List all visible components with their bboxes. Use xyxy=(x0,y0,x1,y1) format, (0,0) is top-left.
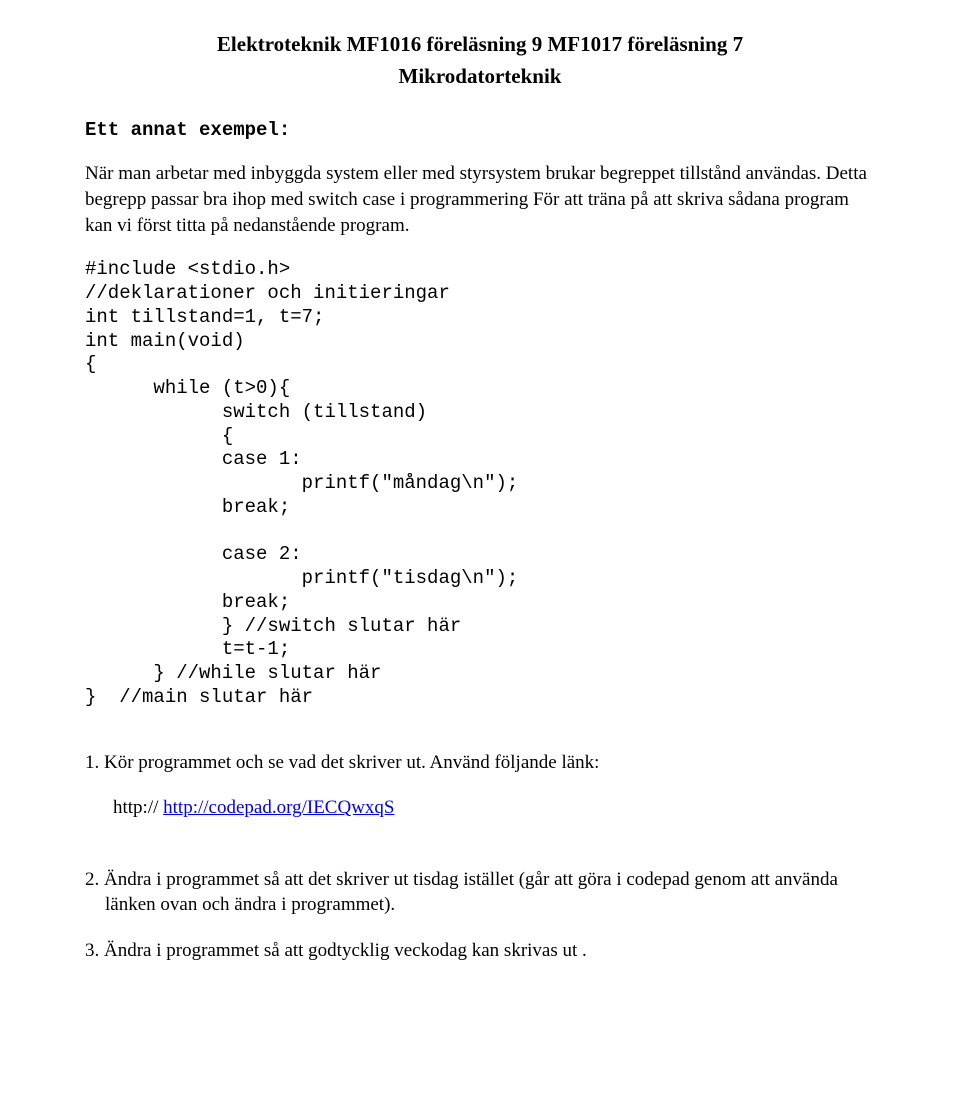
codepad-link[interactable]: http://codepad.org/IECQwxqS xyxy=(163,797,394,818)
page-title: Elektroteknik MF1016 föreläsning 9 MF101… xyxy=(85,30,875,58)
list-item-1: 1. Kör programmet och se vad det skriver… xyxy=(85,750,875,776)
list-item-2: 2. Ändra i programmet så att det skriver… xyxy=(85,867,875,918)
list-item-1-link-row: http:// http://codepad.org/IECQwxqS xyxy=(113,795,875,821)
page-subtitle: Mikrodatorteknik xyxy=(85,62,875,90)
code-block: #include <stdio.h> //deklarationer och i… xyxy=(85,258,875,709)
url-prefix: http:// xyxy=(113,797,163,818)
intro-paragraph: När man arbetar med inbyggda system elle… xyxy=(85,161,875,238)
example-label: Ett annat exempel: xyxy=(85,119,290,141)
list-item-3: 3. Ändra i programmet så att godtycklig … xyxy=(85,938,875,964)
